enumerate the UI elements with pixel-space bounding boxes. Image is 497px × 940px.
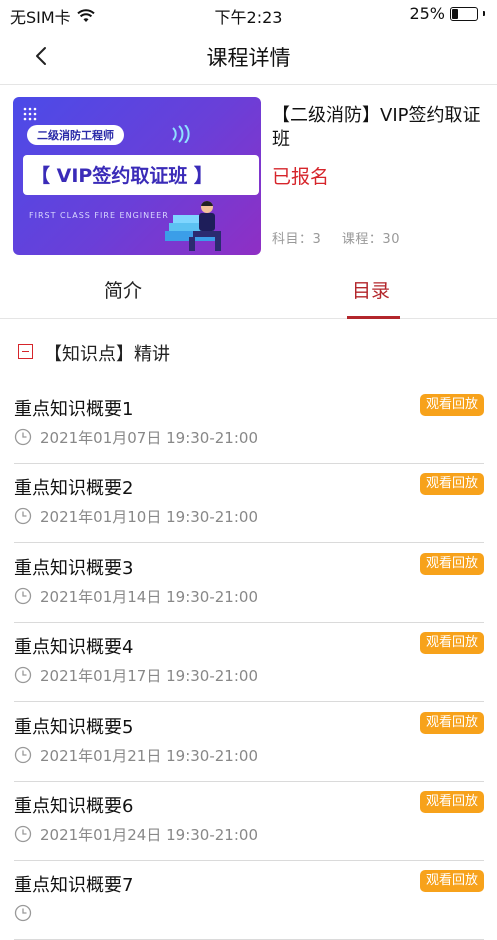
clock-icon xyxy=(14,587,32,604)
cover-tag: 二级消防工程师 xyxy=(27,125,124,145)
watch-replay-button[interactable]: 观看回放 xyxy=(420,552,485,575)
lesson-row[interactable]: 重点知识概要6 2021年01月24日 19:30-21:00 观看回放 xyxy=(0,782,497,861)
watch-replay-button[interactable]: 观看回放 xyxy=(420,632,485,655)
lesson-time: 2021年01月10日 19:30-21:00 xyxy=(40,508,258,527)
section-title: 【知识点】精讲 xyxy=(44,344,170,365)
lesson-title: 重点知识概要6 xyxy=(14,796,134,817)
battery-percent: 25% xyxy=(409,4,445,23)
lesson-title: 重点知识概要2 xyxy=(14,478,134,500)
watch-replay-button[interactable]: 观看回放 xyxy=(420,711,485,734)
clock-icon xyxy=(14,508,32,525)
tab-bar: 简介 目录 xyxy=(0,262,497,319)
course-title: 【二级消防】VIP签约取证班 xyxy=(272,105,481,150)
lesson-row[interactable]: 重点知识概要7 观看回放 xyxy=(0,861,497,940)
course-meta: 科目：3 课程：30 xyxy=(272,228,416,247)
lesson-time: 2021年01月17日 19:30-21:00 xyxy=(40,667,258,686)
course-card: 二级消防工程师 【 VIP签约取证班 】 FIRST CLASS FIRE EN… xyxy=(0,86,497,262)
tab-intro[interactable]: 简介 xyxy=(104,276,142,303)
clock-icon xyxy=(14,905,32,922)
clock-icon xyxy=(14,428,32,446)
collapse-minus-icon[interactable] xyxy=(18,344,33,359)
watch-replay-button[interactable]: 观看回放 xyxy=(420,473,485,496)
subject-count: 科目：3 xyxy=(272,232,322,247)
enroll-status: 已报名 xyxy=(272,166,330,188)
page-title: 课程详情 xyxy=(206,46,291,70)
lesson-time: 2021年01月21日 19:30-21:00 xyxy=(40,746,258,765)
clock-icon xyxy=(14,825,32,843)
cover-subtitle: FIRST CLASS FIRE ENGINEER xyxy=(29,211,169,220)
watch-replay-button[interactable]: 观看回放 xyxy=(420,791,485,813)
lesson-row[interactable]: 重点知识概要4 2021年01月17日 19:30-21:00 观看回放 xyxy=(0,623,497,703)
lesson-row[interactable]: 重点知识概要3 2021年01月14日 19:30-21:00 观看回放 xyxy=(0,544,497,623)
signal-waves-icon xyxy=(172,125,190,143)
lesson-time: 2021年01月07日 19:30-21:00 xyxy=(40,429,258,447)
battery-icon xyxy=(450,6,478,21)
course-cover-image[interactable]: 二级消防工程师 【 VIP签约取证班 】 FIRST CLASS FIRE EN… xyxy=(13,97,261,255)
clock-icon xyxy=(14,746,32,763)
status-bar: 无SIM卡 下午2:23 25% xyxy=(0,0,497,28)
grid-dots-icon xyxy=(23,107,37,121)
student-illustration xyxy=(165,200,221,251)
tab-catalog[interactable]: 目录 xyxy=(352,276,390,303)
lesson-time: 2021年01月24日 19:30-21:00 xyxy=(40,826,258,844)
lesson-row[interactable]: 重点知识概要5 2021年01月21日 19:30-21:00 观看回放 xyxy=(0,703,497,782)
lesson-title: 重点知识概要4 xyxy=(14,637,134,659)
section-header[interactable]: 【知识点】精讲 xyxy=(0,322,497,382)
lesson-title: 重点知识概要5 xyxy=(14,716,134,738)
lesson-title: 重点知识概要3 xyxy=(14,557,134,579)
watch-replay-button[interactable]: 观看回放 xyxy=(420,870,485,893)
lesson-title: 重点知识概要7 xyxy=(14,875,134,897)
clock-icon xyxy=(14,667,32,684)
nav-bar: 课程详情 xyxy=(0,28,497,85)
lesson-title: 重点知识概要1 xyxy=(14,399,134,420)
active-tab-indicator xyxy=(347,316,400,319)
lesson-count: 课程：30 xyxy=(341,232,400,247)
lesson-row[interactable]: 重点知识概要1 2021年01月07日 19:30-21:00 观看回放 xyxy=(0,385,497,464)
cover-title: 【 VIP签约取证班 】 xyxy=(31,165,213,187)
lesson-time: 2021年01月14日 19:30-21:00 xyxy=(40,587,258,606)
lesson-row[interactable]: 重点知识概要2 2021年01月10日 19:30-21:00 观看回放 xyxy=(0,464,497,544)
watch-replay-button[interactable]: 观看回放 xyxy=(420,394,485,416)
